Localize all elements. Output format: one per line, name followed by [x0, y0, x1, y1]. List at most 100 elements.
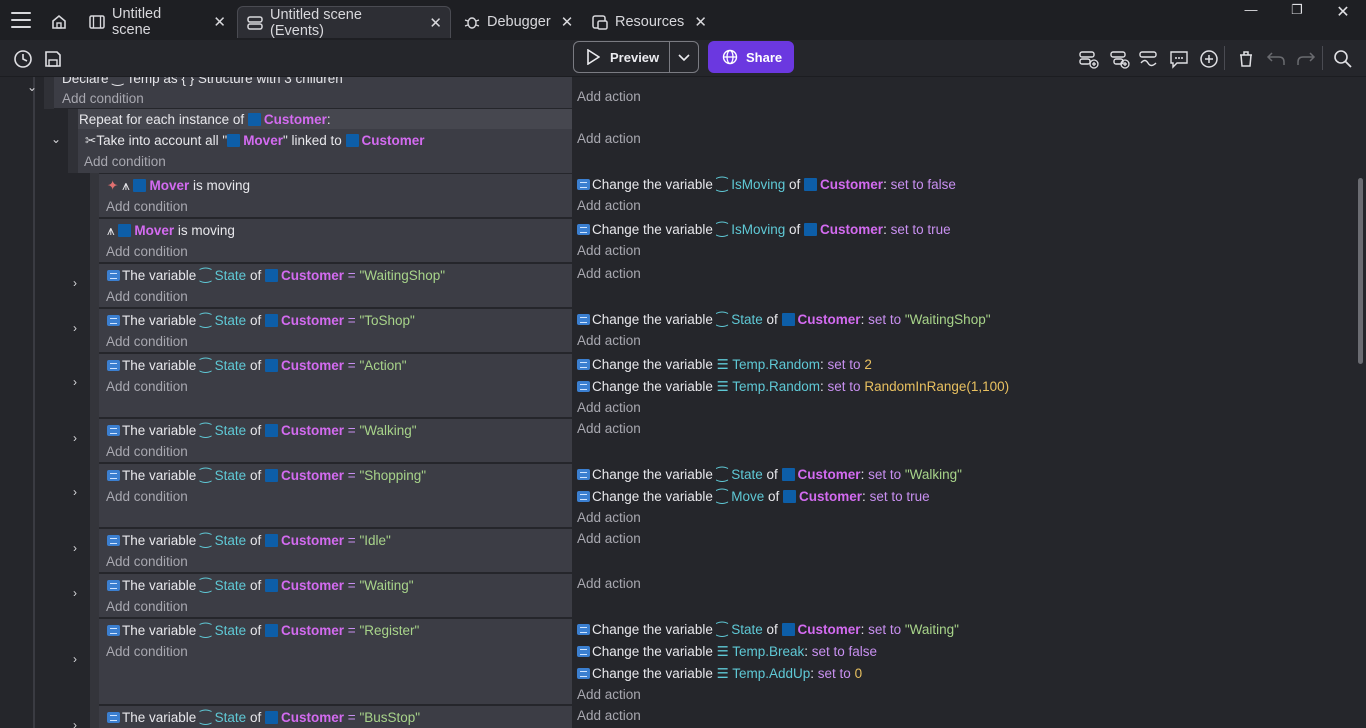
add-action[interactable]: Add action — [577, 243, 641, 258]
minimize-icon[interactable]: — — [1236, 2, 1266, 22]
link-condition: ✂Take into account all " Mover" linked to… — [85, 133, 425, 148]
history-icon[interactable] — [12, 48, 34, 70]
tab-debugger[interactable]: Debugger ✕ — [455, 6, 579, 38]
preview-button[interactable]: Preview — [573, 41, 699, 73]
share-button[interactable]: Share — [708, 41, 794, 73]
add-condition[interactable]: Add condition — [106, 199, 188, 214]
action-set-state[interactable]: Change the variable ⁐ State of Customer:… — [577, 622, 959, 638]
mover-condition: ✦ ⩚ Mover is moving — [107, 178, 251, 193]
tab-label: Resources — [615, 14, 685, 30]
add-action[interactable]: Add action — [577, 510, 641, 525]
debugger-icon — [463, 13, 481, 31]
redo-icon[interactable] — [1295, 48, 1317, 70]
add-action[interactable]: Add action — [577, 266, 641, 281]
action-set-temp-random[interactable]: Change the variable ☰ Temp.Random: set t… — [577, 379, 1009, 395]
chevron-right-icon[interactable]: › — [73, 718, 77, 728]
state-condition: The variable ⁐ State of Customer = "ToSh… — [107, 313, 415, 329]
chevron-right-icon[interactable]: › — [73, 652, 77, 666]
restore-icon[interactable]: ❐ — [1282, 2, 1312, 22]
add-action[interactable]: Add action — [577, 687, 641, 702]
undo-icon[interactable] — [1265, 48, 1287, 70]
close-icon[interactable]: ✕ — [213, 13, 226, 31]
events-icon — [246, 14, 264, 32]
add-condition[interactable]: Add condition — [106, 379, 188, 394]
add-icon[interactable] — [1198, 48, 1220, 70]
home-tab[interactable] — [44, 6, 76, 38]
add-action[interactable]: Add action — [577, 198, 641, 213]
chevron-right-icon[interactable]: › — [73, 485, 77, 499]
action-set-move[interactable]: Change the variable ⁐ Move of Customer: … — [577, 489, 930, 505]
add-other-icon[interactable] — [1138, 48, 1160, 70]
mover-behavior-icon: ⩚ — [107, 223, 115, 238]
chevron-right-icon[interactable]: › — [73, 541, 77, 555]
tab-scene[interactable]: Untitled scene ✕ — [80, 6, 234, 38]
close-icon[interactable]: ✕ — [429, 14, 442, 32]
add-condition[interactable]: Add condition — [106, 444, 188, 459]
tab-resources[interactable]: Resources ✕ — [583, 6, 707, 38]
action-set-ismoving-false[interactable]: Change the variable ⁐ IsMoving of Custom… — [577, 177, 956, 193]
chevron-right-icon[interactable]: › — [73, 375, 77, 389]
menu-icon[interactable] — [11, 12, 31, 28]
state-condition: The variable ⁐ State of Customer = "Regi… — [107, 623, 419, 639]
state-condition: The variable ⁐ State of Customer = "Shop… — [107, 468, 426, 484]
add-action[interactable]: Add action — [577, 89, 641, 104]
chevron-down-icon[interactable]: ⌄ — [27, 80, 37, 94]
add-condition[interactable]: Add condition — [106, 334, 188, 349]
home-icon — [50, 13, 68, 31]
chevron-right-icon[interactable]: › — [73, 431, 77, 445]
chevron-right-icon[interactable]: › — [73, 586, 77, 600]
add-condition[interactable]: Add condition — [106, 644, 188, 659]
action-set-ismoving-true[interactable]: Change the variable ⁐ IsMoving of Custom… — [577, 222, 951, 238]
close-icon[interactable]: ✕ — [561, 13, 574, 31]
vertical-scrollbar[interactable] — [1358, 178, 1363, 364]
add-action[interactable]: Add action — [577, 400, 641, 415]
action-set-temp-addup[interactable]: Change the variable ☰ Temp.AddUp: set to… — [577, 666, 862, 682]
film-icon — [88, 13, 106, 31]
add-action[interactable]: Add action — [577, 131, 641, 146]
action-set-temp-random[interactable]: Change the variable ☰ Temp.Random: set t… — [577, 357, 872, 373]
action-set-state[interactable]: Change the variable ⁐ State of Customer:… — [577, 312, 991, 328]
chevron-right-icon[interactable]: › — [73, 276, 77, 290]
add-condition[interactable]: Add condition — [106, 599, 188, 614]
indent-guide — [33, 77, 35, 728]
mover-condition: ⩚ Mover is moving — [107, 223, 235, 238]
mover-object-icon — [227, 134, 241, 147]
action-set-temp-break[interactable]: Change the variable ☰ Temp.Break: set to… — [577, 644, 877, 660]
search-icon[interactable] — [1332, 48, 1354, 70]
add-event-icon[interactable] — [1078, 48, 1100, 70]
declare-text: Declare ⁐ Temp as { } Structure with 3 c… — [62, 77, 343, 86]
resources-icon — [591, 13, 609, 31]
add-condition[interactable]: Add condition — [84, 154, 166, 169]
add-subevent-icon[interactable] — [1109, 48, 1131, 70]
add-condition[interactable]: Add condition — [106, 554, 188, 569]
add-condition[interactable]: Add condition — [106, 289, 188, 304]
tab-label: Debugger — [487, 14, 551, 30]
add-condition[interactable]: Add condition — [62, 91, 144, 106]
invert-icon: ✦ — [107, 178, 119, 193]
add-action[interactable]: Add action — [577, 333, 641, 348]
add-condition[interactable]: Add condition — [106, 489, 188, 504]
chevron-down-icon[interactable]: ⌄ — [51, 132, 61, 146]
indent-guide — [68, 109, 78, 173]
close-icon[interactable]: ✕ — [694, 13, 707, 31]
add-action[interactable]: Add action — [577, 708, 641, 723]
globe-icon — [722, 49, 738, 65]
state-condition: The variable ⁐ State of Customer = "Wait… — [107, 268, 445, 284]
add-action[interactable]: Add action — [577, 576, 641, 591]
play-icon — [587, 49, 600, 65]
toolbar: Preview Share — [0, 40, 1366, 77]
chevron-right-icon[interactable]: › — [73, 321, 77, 335]
events-sheet[interactable]: ⌄ Declare ⁐ Temp as { } Structure with 3… — [0, 77, 1356, 728]
tab-label: Untitled scene — [112, 6, 162, 38]
action-set-state[interactable]: Change the variable ⁐ State of Customer:… — [577, 467, 962, 483]
close-window-icon[interactable]: ✕ — [1328, 2, 1358, 22]
save-icon[interactable] — [42, 48, 64, 70]
chevron-down-icon[interactable] — [670, 50, 698, 65]
add-condition[interactable]: Add condition — [106, 244, 188, 259]
trash-icon[interactable] — [1235, 48, 1257, 70]
comment-icon[interactable] — [1168, 48, 1190, 70]
customer-object-icon — [247, 113, 261, 126]
add-action[interactable]: Add action — [577, 531, 641, 546]
add-action[interactable]: Add action — [577, 421, 641, 436]
tab-events[interactable]: Untitled scene (Events) ✕ — [237, 6, 451, 39]
